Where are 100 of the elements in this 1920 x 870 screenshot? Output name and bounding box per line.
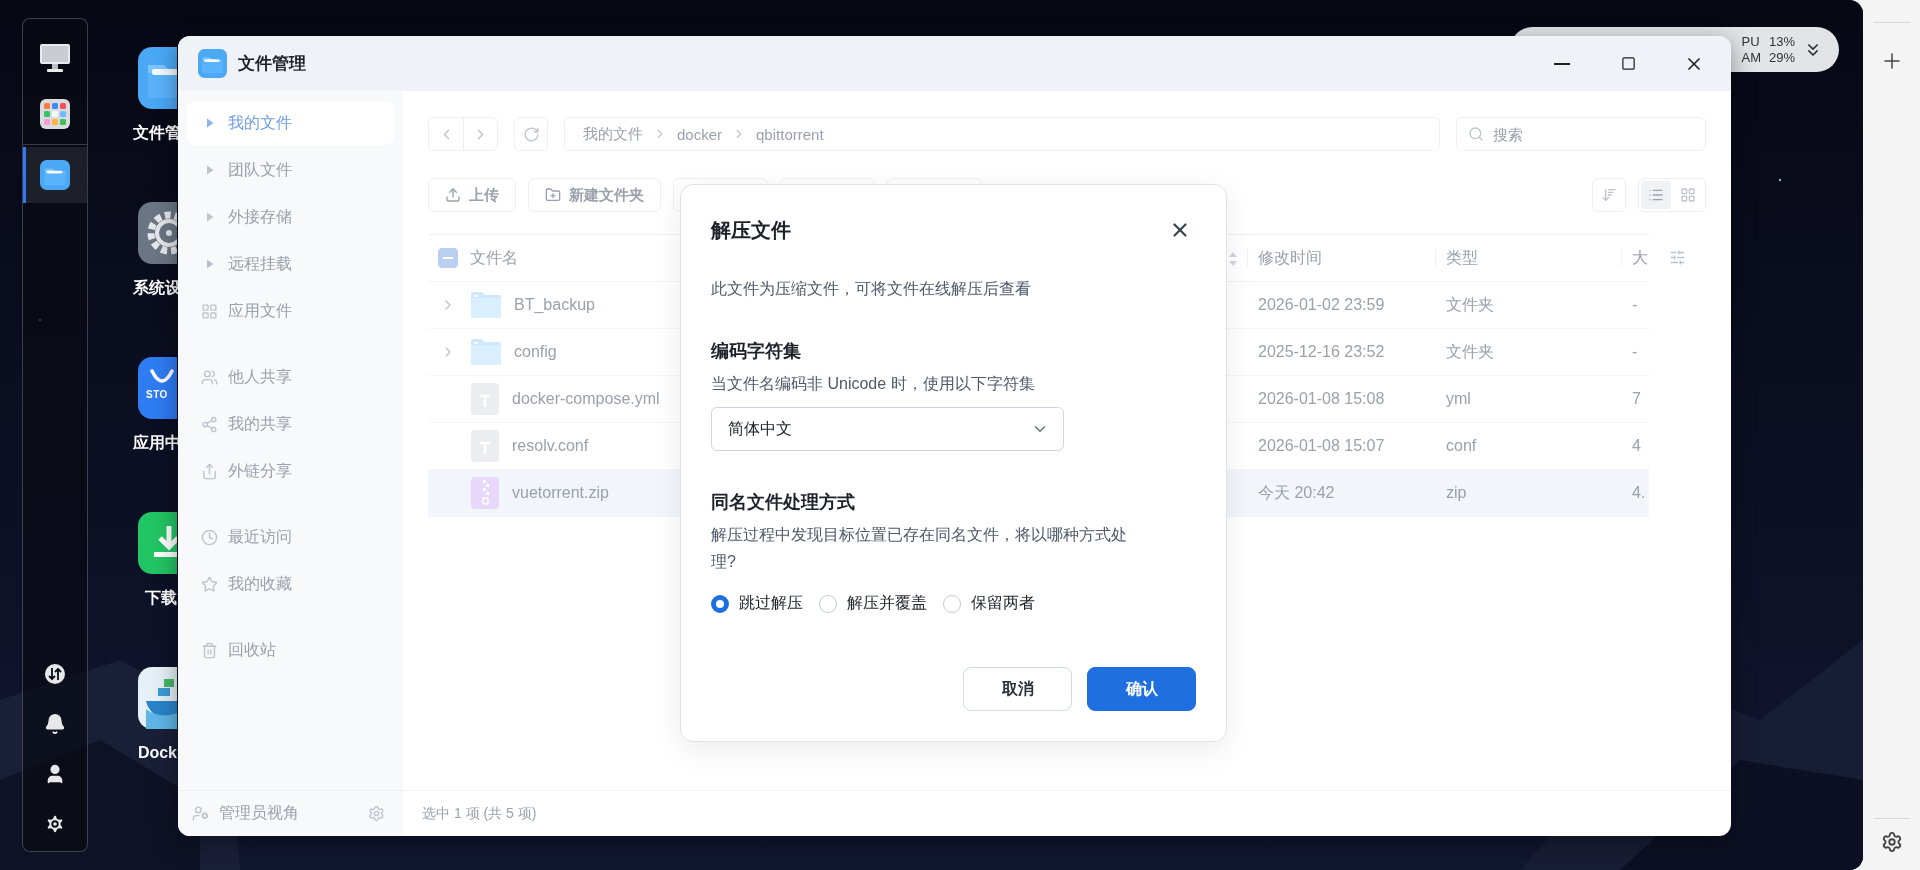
metric-value: 13% bbox=[1768, 33, 1795, 50]
table-cell-text: 今天 20:42 bbox=[1258, 482, 1335, 503]
app-store-tile[interactable]: STO bbox=[138, 357, 177, 419]
selection-count: 选中 1 项 (共 5 项) bbox=[422, 804, 537, 823]
table-cell: conf bbox=[1446, 437, 1477, 455]
table-cell-text: 文件夹 bbox=[1446, 341, 1494, 362]
minimize-icon bbox=[1554, 62, 1570, 65]
dialog-title: 解压文件 bbox=[711, 217, 791, 243]
table-cell: 4. bbox=[1632, 484, 1646, 502]
table-cell-text: 文件夹 bbox=[1446, 294, 1494, 315]
metric-label: PU bbox=[1741, 33, 1761, 50]
sidebar-item[interactable]: 团队文件 bbox=[187, 148, 394, 192]
sidebar-item[interactable]: 最近访问 bbox=[187, 515, 394, 559]
list-icon bbox=[1648, 187, 1664, 203]
dialog-description: 此文件为压缩文件，可将文件在线解压后查看 bbox=[711, 279, 1032, 299]
sidebar-item[interactable]: 回收站 bbox=[187, 628, 394, 672]
dock-item[interactable] bbox=[23, 147, 87, 203]
folder-icon bbox=[40, 160, 70, 190]
upload-button[interactable]: 上传 bbox=[428, 178, 516, 212]
confirm-button[interactable]: 确认 bbox=[1087, 667, 1196, 711]
trash-icon bbox=[201, 641, 218, 659]
select-all-checkbox[interactable] bbox=[438, 248, 458, 268]
desktop-icon-label: Dock bbox=[136, 743, 178, 763]
radio-option[interactable]: 解压并覆盖 bbox=[819, 593, 927, 614]
radio-button[interactable] bbox=[819, 594, 837, 613]
users-icon bbox=[201, 368, 218, 386]
sidebar-item[interactable]: 外链分享 bbox=[187, 449, 394, 493]
window-title: 文件管理 bbox=[238, 53, 307, 75]
sidebar-item[interactable]: 他人共享 bbox=[187, 355, 394, 399]
breadcrumb-item[interactable]: docker bbox=[677, 125, 723, 143]
table-cell: - bbox=[1632, 343, 1638, 361]
table-cell: yml bbox=[1446, 390, 1471, 408]
sliders-icon bbox=[1669, 249, 1686, 266]
column-header[interactable]: 大 bbox=[1632, 247, 1648, 269]
file-name: config bbox=[514, 343, 557, 361]
file-manager-tile[interactable] bbox=[138, 47, 177, 109]
section-hint: 当文件名编码非 Unicode 时，使用以下字符集 bbox=[711, 374, 1036, 394]
sidebar-item[interactable]: 应用文件 bbox=[187, 289, 394, 333]
grid-icon bbox=[201, 302, 218, 320]
sort-icon bbox=[1601, 187, 1617, 203]
folder-icon bbox=[470, 291, 502, 319]
radio-button[interactable] bbox=[943, 594, 961, 613]
charset-dropdown[interactable]: 简体中文 bbox=[711, 407, 1064, 451]
sidebar-item[interactable]: 我的收藏 bbox=[187, 562, 394, 606]
file-name: docker-compose.yml bbox=[512, 390, 660, 408]
column-header[interactable]: 文件名 bbox=[470, 247, 518, 269]
new-folder-button[interactable]: 新建文件夹 bbox=[528, 178, 661, 212]
file-name: vuetorrent.zip bbox=[512, 484, 609, 502]
caret-icon bbox=[205, 212, 214, 222]
bell-icon bbox=[44, 713, 66, 735]
file-name: resolv.conf bbox=[512, 437, 589, 455]
folder-plus-icon bbox=[545, 187, 561, 203]
desktop-icon-label: 下载 bbox=[144, 588, 178, 608]
admin-view-link[interactable]: 管理员视角 bbox=[219, 803, 358, 824]
radio-option[interactable]: 保留两者 bbox=[943, 593, 1035, 614]
admin-icon bbox=[192, 805, 209, 822]
column-header[interactable]: 类型 bbox=[1446, 247, 1478, 269]
caret-icon bbox=[205, 259, 214, 269]
download-tile[interactable] bbox=[138, 512, 177, 574]
radio-option[interactable]: 跳过解压 bbox=[711, 593, 803, 614]
table-cell: 2025-12-16 23:52 bbox=[1258, 343, 1385, 361]
app-icon bbox=[198, 49, 227, 78]
breadcrumb-item[interactable]: 我的文件 bbox=[583, 124, 643, 144]
sidebar-item[interactable]: 外接存储 bbox=[187, 195, 394, 239]
table-cell: - bbox=[1632, 296, 1638, 314]
column-header[interactable]: 修改时间 bbox=[1258, 247, 1322, 269]
breadcrumb-item[interactable]: qbittorrent bbox=[756, 125, 824, 143]
share-out-icon bbox=[201, 462, 218, 480]
store-badge-text: STO bbox=[146, 389, 168, 401]
folder-icon bbox=[470, 338, 502, 366]
table-cell: 2026-01-02 23:59 bbox=[1258, 296, 1385, 314]
settings-tile[interactable] bbox=[138, 202, 177, 264]
smile-icon bbox=[150, 369, 174, 383]
section-heading: 编码字符集 bbox=[711, 340, 802, 363]
search-icon bbox=[1468, 126, 1484, 142]
radio-button[interactable] bbox=[711, 594, 729, 613]
metric-label: AM bbox=[1741, 49, 1761, 66]
transfer-icon bbox=[44, 663, 66, 685]
app-grid-icon bbox=[40, 99, 70, 129]
star-icon bbox=[201, 575, 218, 593]
table-cell: 4 bbox=[1632, 437, 1641, 455]
zip-file-icon bbox=[470, 477, 500, 509]
minus-icon bbox=[443, 257, 453, 259]
section-hint: 解压过程中发现目标位置已存在同名文件，将以哪种方式处理? bbox=[711, 525, 1128, 572]
settings-icon bbox=[1880, 831, 1903, 853]
share-icon bbox=[201, 415, 218, 433]
docker-tile[interactable] bbox=[138, 667, 177, 729]
sidebar-item[interactable]: 远程挂载 bbox=[187, 242, 394, 286]
cancel-button[interactable]: 取消 bbox=[963, 667, 1072, 711]
search-field[interactable]: 搜索 bbox=[1456, 117, 1706, 151]
sidebar-item[interactable]: 我的共享 bbox=[187, 402, 394, 446]
maximize-icon bbox=[1620, 56, 1636, 71]
sidebar-item[interactable]: 我的文件 bbox=[187, 101, 394, 145]
table-cell: 2026-01-08 15:07 bbox=[1258, 437, 1385, 455]
file-name: BT_backup bbox=[514, 296, 595, 314]
caret-icon bbox=[205, 165, 214, 175]
metric-value: 29% bbox=[1768, 49, 1795, 66]
caret-icon bbox=[205, 118, 214, 128]
section-heading: 同名文件处理方式 bbox=[711, 491, 856, 514]
clock-icon bbox=[201, 528, 218, 546]
